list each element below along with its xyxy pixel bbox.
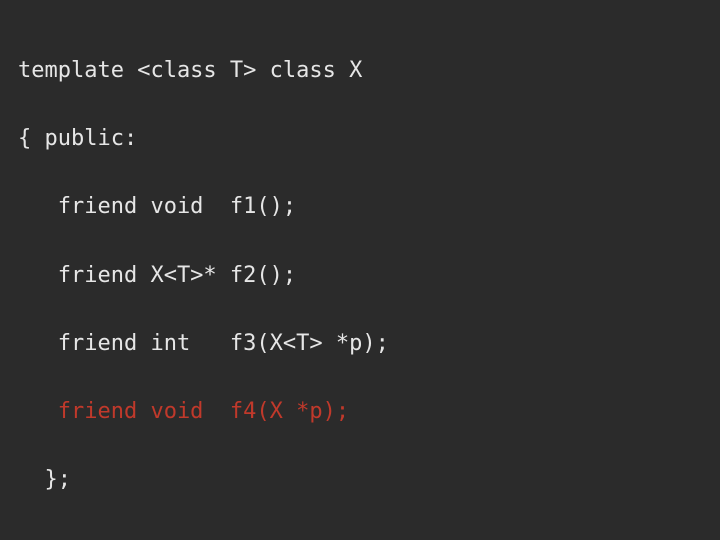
code-line: { public:	[18, 122, 702, 156]
code-slide: template <class T> class X { public: fri…	[0, 0, 720, 540]
code-line: friend X<T>* f2();	[18, 259, 702, 293]
code-line: friend int f3(X<T> *p);	[18, 327, 702, 361]
code-line: template <class T> class X	[18, 54, 702, 88]
code-line-highlighted: friend void f4(X *p);	[18, 395, 702, 429]
code-line: };	[18, 463, 702, 497]
code-line: friend void f1();	[18, 190, 702, 224]
